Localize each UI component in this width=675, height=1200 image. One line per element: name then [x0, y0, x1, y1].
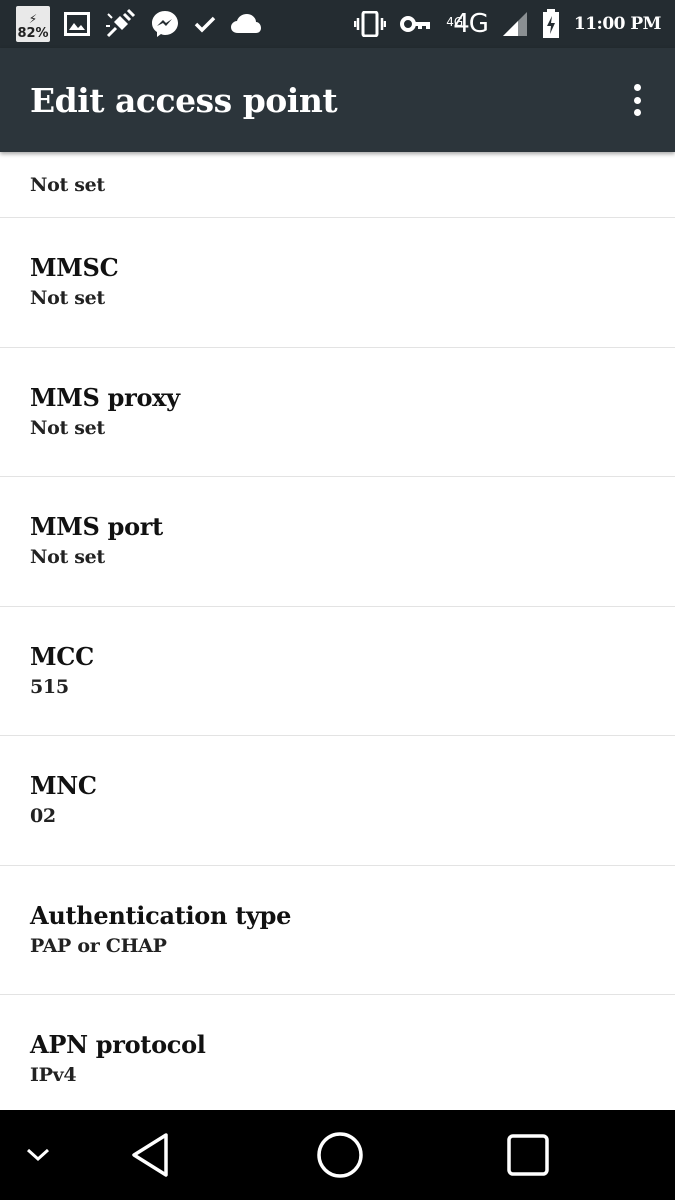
list-item-mms-proxy[interactable]: MMS proxy Not set: [0, 348, 675, 477]
list-item-title: MCC: [30, 641, 94, 671]
list-item-title: MNC: [30, 771, 97, 801]
overflow-dot: [633, 96, 641, 104]
page-title: Edit access point: [30, 80, 338, 120]
battery-saver-icon: ⚡ 82%: [16, 6, 50, 42]
list-item-mms-port[interactable]: MMS port Not set: [0, 477, 675, 607]
list-item-value: IPv4: [30, 1064, 77, 1087]
list-item-authentication-type[interactable]: Authentication type PAP or CHAP: [0, 866, 675, 995]
check-icon: [194, 15, 216, 33]
recents-icon[interactable]: [496, 1110, 560, 1200]
cloud-icon: [230, 13, 262, 35]
list-item-apn-protocol[interactable]: APN protocol IPv4: [0, 995, 675, 1110]
list-item-title: Authentication type: [30, 900, 292, 930]
list-item-partial[interactable]: Not set: [0, 152, 675, 218]
list-item-mnc[interactable]: MNC 02: [0, 736, 675, 866]
back-icon[interactable]: [118, 1110, 182, 1200]
overflow-dot: [633, 84, 641, 91]
list-item-value: 02: [30, 805, 56, 828]
list-item-mcc[interactable]: MCC 515: [0, 607, 675, 736]
list-item-title: MMSC: [30, 253, 119, 283]
home-icon[interactable]: [308, 1110, 372, 1200]
usb-debug-icon: [104, 8, 136, 40]
clock: 11:00 PM: [573, 14, 662, 34]
list-item-mmsc[interactable]: MMSC Not set: [0, 218, 675, 348]
navigation-bar: [0, 1110, 675, 1200]
list-item-value: Not set: [30, 416, 105, 439]
list-item-value: 515: [30, 675, 69, 698]
messenger-icon: [150, 9, 180, 39]
signal-icon: [502, 11, 528, 37]
more-vert-icon[interactable]: [625, 80, 649, 120]
vpn-key-icon: [400, 15, 432, 33]
network-type: 4G: [453, 9, 489, 39]
list-item-title: MMS proxy: [30, 382, 180, 412]
battery-percent: 82%: [17, 26, 49, 41]
overflow-dot: [633, 109, 641, 116]
list-item-value: PAP or CHAP: [30, 934, 167, 957]
list-item-title: APN protocol: [30, 1030, 206, 1060]
list-item-title: MMS port: [30, 512, 163, 542]
list-item-value: Not set: [30, 546, 105, 569]
apn-settings-list: Not set MMSC Not set MMS proxy Not set M…: [0, 152, 675, 1110]
collapse-icon[interactable]: [14, 1110, 62, 1200]
status-bar: ⚡ 82% 4G 4G 11:00 PM: [0, 0, 675, 48]
image-icon: [64, 12, 90, 36]
app-bar: Edit access point: [0, 48, 675, 152]
vibrate-icon: [354, 11, 387, 37]
battery-icon: [542, 9, 560, 39]
list-item-value: Not set: [30, 173, 105, 196]
list-item-value: Not set: [30, 287, 105, 310]
